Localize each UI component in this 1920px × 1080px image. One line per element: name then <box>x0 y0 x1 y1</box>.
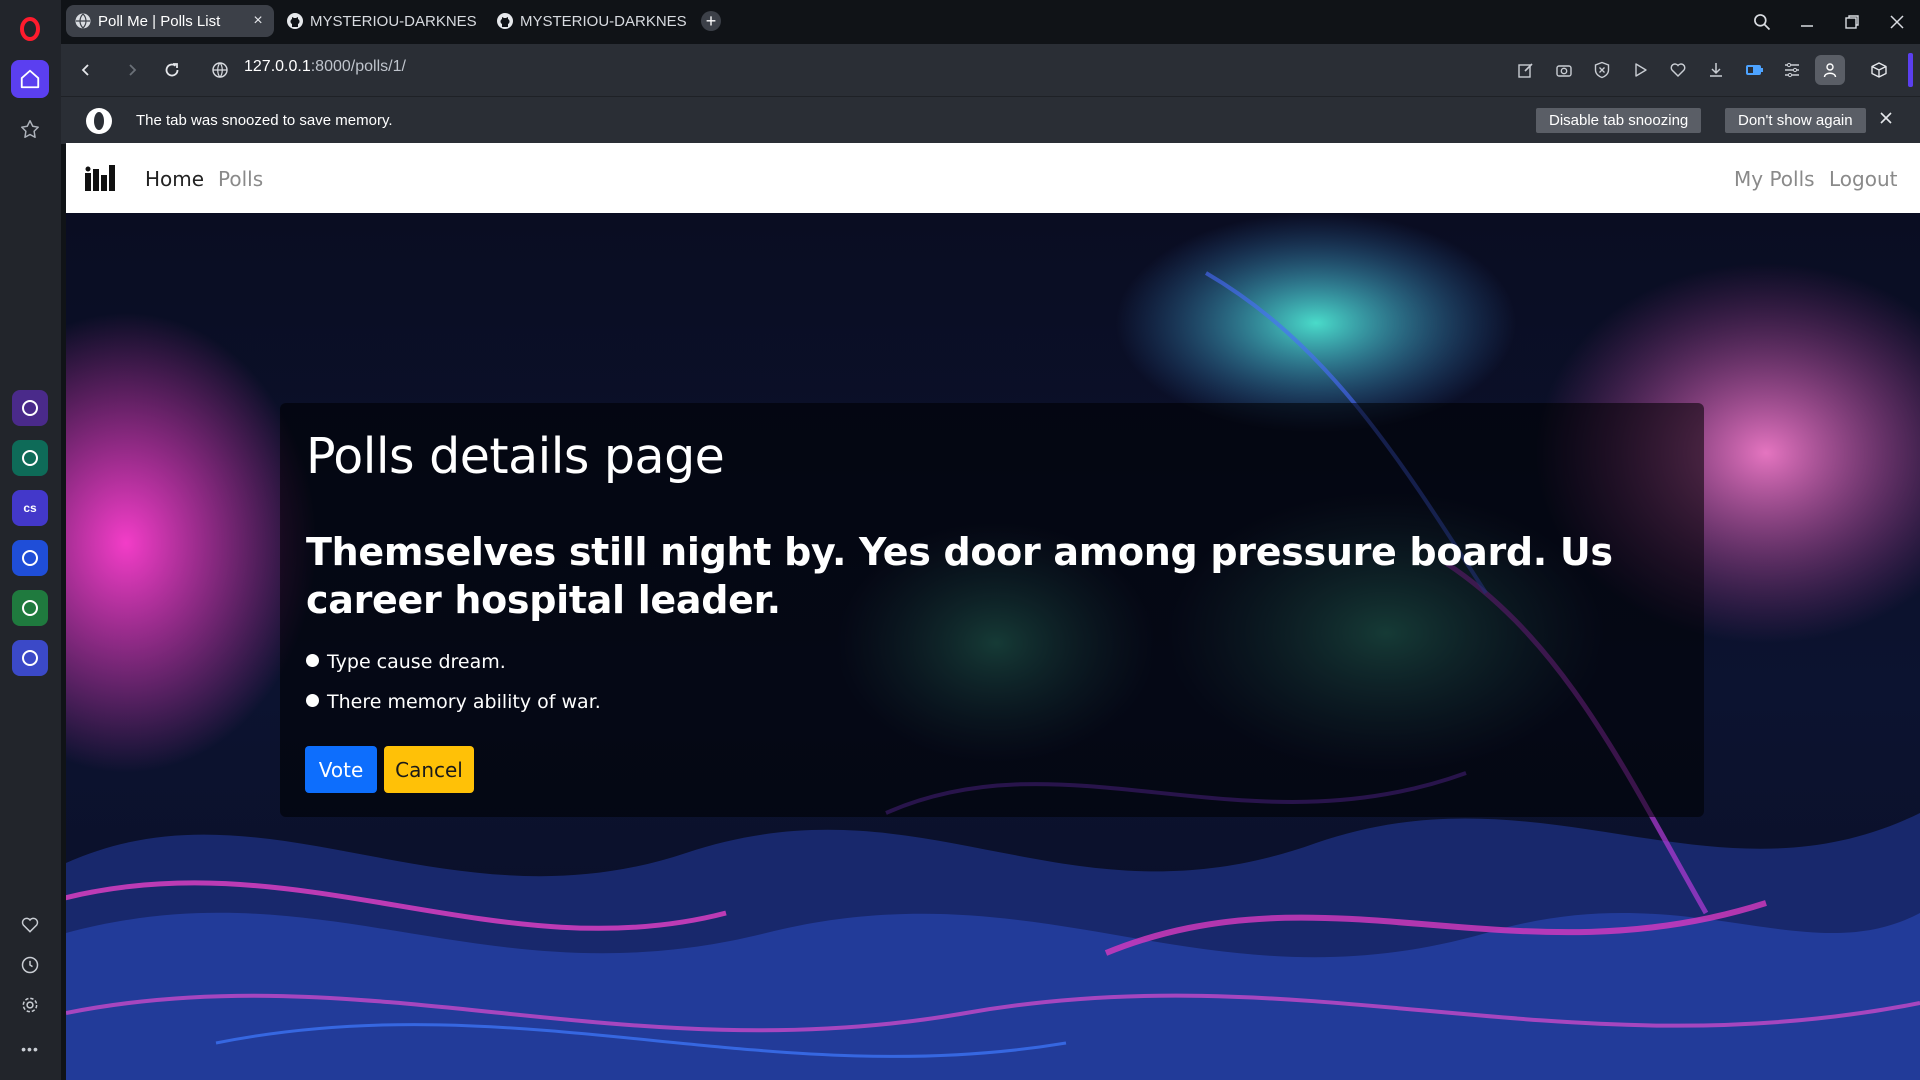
pinboard-icon[interactable] <box>11 110 49 148</box>
tab-github-1[interactable]: MYSTERIOU-DARKNESS/V <box>278 5 476 37</box>
url-field[interactable]: 127.0.0.1:8000/polls/1/ <box>244 58 406 76</box>
site-info-icon[interactable] <box>205 55 235 85</box>
tab-title: MYSTERIOU-DARKNESS/V <box>520 12 686 30</box>
address-bar: 127.0.0.1:8000/polls/1/ <box>61 44 1920 96</box>
nav-logout-link[interactable]: Logout <box>1829 167 1897 191</box>
profile-icon[interactable] <box>1815 55 1845 85</box>
heart-icon[interactable] <box>11 906 49 944</box>
page-title: Polls details page <box>306 428 725 485</box>
history-icon[interactable] <box>11 946 49 984</box>
battery-saver-icon[interactable] <box>1741 57 1767 83</box>
choice-2[interactable]: There memory ability of war. <box>306 691 601 713</box>
tab-github-2[interactable]: MYSTERIOU-DARKNESS/V <box>488 5 686 37</box>
tab-title: Poll Me | Polls List <box>98 12 221 30</box>
sidebar-app-discord-icon[interactable] <box>12 640 48 676</box>
dont-show-again-button[interactable]: Don't show again <box>1725 108 1866 133</box>
site-logo-icon[interactable] <box>85 165 115 191</box>
home-icon[interactable] <box>11 60 49 98</box>
adblock-icon[interactable] <box>1589 57 1615 83</box>
github-icon <box>497 13 513 29</box>
opera-sidebar: cs ••• <box>0 0 61 1080</box>
easy-setup-icon[interactable] <box>1779 57 1805 83</box>
url-host: 127.0.0.1 <box>244 58 311 75</box>
sidebar-app-whatsapp-icon[interactable] <box>12 590 48 626</box>
radio-button[interactable] <box>306 653 319 667</box>
url-path: :8000/polls/1/ <box>310 58 406 75</box>
settings-icon[interactable] <box>11 986 49 1024</box>
more-icon[interactable]: ••• <box>11 1030 49 1068</box>
radio-button[interactable] <box>306 693 319 707</box>
vote-button[interactable]: Vote <box>305 746 377 793</box>
download-icon[interactable] <box>1703 57 1729 83</box>
close-window-icon[interactable] <box>1881 8 1913 36</box>
search-tabs-icon[interactable] <box>1746 8 1778 36</box>
tab-title: MYSTERIOU-DARKNESS/V <box>310 12 476 30</box>
new-tab-button[interactable]: + <box>701 11 721 31</box>
choice-label: Type cause dream. <box>327 651 506 673</box>
tab-strip: Poll Me | Polls List × MYSTERIOU-DARKNES… <box>61 0 1920 44</box>
close-infobar-icon[interactable] <box>1879 111 1893 125</box>
player-icon[interactable] <box>1627 57 1653 83</box>
sidebar-indicator <box>1908 53 1913 87</box>
snooze-infobar: The tab was snoozed to save memory. Disa… <box>61 96 1920 144</box>
minimize-icon[interactable] <box>1791 8 1823 36</box>
restore-icon[interactable] <box>1836 8 1868 36</box>
snooze-message: The tab was snoozed to save memory. <box>136 112 393 129</box>
github-icon <box>287 13 303 29</box>
poll-question: Themselves still night by. Yes door amon… <box>306 530 1613 622</box>
sidebar-app-cs-icon[interactable]: cs <box>12 490 48 526</box>
sidebar-app-chatgpt-icon[interactable] <box>12 440 48 476</box>
bookmark-heart-icon[interactable] <box>1665 57 1691 83</box>
cancel-button[interactable]: Cancel <box>384 746 474 793</box>
opera-logo-icon[interactable] <box>11 10 49 48</box>
extensions-icon[interactable] <box>1866 57 1892 83</box>
nav-home-link[interactable]: Home <box>145 167 204 191</box>
forward-icon[interactable] <box>117 55 147 85</box>
nav-polls-link[interactable]: Polls <box>218 167 263 191</box>
tab-poll-me[interactable]: Poll Me | Polls List × <box>66 5 274 37</box>
opera-o-icon <box>85 107 113 135</box>
reload-icon[interactable] <box>157 55 187 85</box>
camera-icon[interactable] <box>1551 57 1577 83</box>
choice-1[interactable]: Type cause dream. <box>306 651 506 673</box>
edit-icon[interactable] <box>1513 57 1539 83</box>
back-icon[interactable] <box>71 55 101 85</box>
globe-icon <box>75 13 91 29</box>
webpage: Home Polls My Polls Logout Polls details… <box>66 143 1920 1080</box>
tab-close-icon[interactable]: × <box>248 12 268 30</box>
choice-label: There memory ability of war. <box>327 691 601 713</box>
sidebar-app-aria-icon[interactable] <box>12 390 48 426</box>
site-navbar: Home Polls My Polls Logout <box>66 143 1920 213</box>
nav-my-polls-link[interactable]: My Polls <box>1734 167 1815 191</box>
sidebar-app-messenger-icon[interactable] <box>12 540 48 576</box>
disable-tab-snoozing-button[interactable]: Disable tab snoozing <box>1536 108 1702 133</box>
